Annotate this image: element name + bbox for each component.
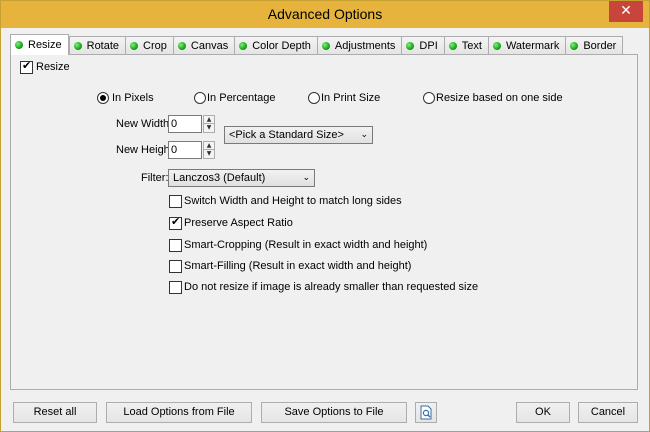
tab-color-depth[interactable]: Color Depth (234, 36, 317, 55)
preview-button[interactable] (415, 402, 437, 423)
radio-in-print-size[interactable] (308, 92, 320, 104)
filter-dropdown[interactable]: Lanczos3 (Default) ⌄ (168, 169, 315, 187)
standard-size-dropdown[interactable]: <Pick a Standard Size> ⌄ (224, 126, 373, 144)
tab-label: Color Depth (252, 40, 311, 52)
tab-adjustments[interactable]: Adjustments (316, 36, 402, 55)
ok-button[interactable]: OK (516, 402, 570, 423)
no-upscale-checkbox[interactable] (169, 281, 182, 294)
tab-label: Canvas (190, 40, 229, 52)
status-dot-icon (177, 42, 186, 50)
spin-up-icon[interactable]: ▲ (204, 142, 214, 150)
new-width-label: New Width: (116, 118, 173, 130)
preserve-aspect-checkbox[interactable] (169, 215, 182, 230)
filter-value: Lanczos3 (Default) (173, 172, 266, 184)
tab-label: Border (583, 40, 617, 52)
tab-rotate[interactable]: Rotate (68, 36, 126, 55)
tab-resize[interactable]: Resize (10, 34, 69, 55)
no-upscale-label: Do not resize if image is already smalle… (184, 281, 479, 293)
radio-in-percentage[interactable] (194, 92, 206, 104)
load-options-button[interactable]: Load Options from File (106, 402, 252, 423)
status-dot-icon (406, 42, 415, 50)
close-button[interactable]: ✕ (609, 1, 643, 22)
tab-watermark[interactable]: Watermark (487, 36, 566, 55)
tab-dpi[interactable]: DPI (401, 36, 444, 55)
save-options-button[interactable]: Save Options to File (261, 402, 407, 423)
radio-in-pixels[interactable] (97, 92, 109, 104)
tab-crop[interactable]: Crop (125, 36, 173, 55)
new-width-spinner[interactable]: ▲ ▼ (203, 115, 215, 133)
radio-in-print-size-label: In Print Size (321, 92, 381, 104)
standard-size-value: <Pick a Standard Size> (229, 129, 344, 141)
chevron-down-icon: ⌄ (302, 173, 310, 183)
preserve-aspect-label: Preserve Aspect Ratio (184, 217, 293, 229)
status-dot-icon (492, 42, 501, 50)
cancel-button[interactable]: Cancel (578, 402, 638, 423)
document-search-icon (420, 405, 432, 420)
status-dot-icon (130, 42, 139, 50)
new-height-label: New Height: (116, 144, 176, 156)
dialog-client: Resize Rotate Crop Canvas Color Depth Ad… (8, 28, 642, 426)
tab-label: Watermark (505, 40, 560, 52)
status-dot-icon (448, 42, 457, 50)
tab-label: Crop (143, 40, 167, 52)
status-dot-icon (570, 42, 579, 50)
tab-label: DPI (419, 40, 438, 52)
title-bar[interactable]: Advanced Options ✕ (1, 1, 649, 28)
spin-up-icon[interactable]: ▲ (204, 116, 214, 124)
smart-cropping-label: Smart-Cropping (Result in exact width an… (184, 239, 428, 251)
new-height-input[interactable]: 0 (168, 141, 202, 159)
tab-label: Adjustments (334, 40, 396, 52)
resize-enable-label: Resize (36, 61, 70, 73)
smart-filling-label: Smart-Filling (Result in exact width and… (184, 260, 412, 272)
chevron-down-icon: ⌄ (360, 130, 368, 140)
radio-in-percentage-label: In Percentage (207, 92, 276, 104)
new-width-input[interactable]: 0 (168, 115, 202, 133)
smart-filling-checkbox[interactable] (169, 260, 182, 273)
advanced-options-window: Advanced Options ✕ Resize Rotate Crop Ca… (0, 0, 650, 432)
filter-label: Filter: (141, 172, 169, 184)
switch-wh-checkbox[interactable] (169, 195, 182, 208)
status-dot-icon (73, 42, 82, 50)
tab-border[interactable]: Border (565, 36, 624, 55)
radio-one-side[interactable] (423, 92, 435, 104)
new-height-spinner[interactable]: ▲ ▼ (203, 141, 215, 159)
window-title: Advanced Options (267, 6, 383, 22)
reset-all-button[interactable]: Reset all (13, 402, 97, 423)
tab-strip: Resize Rotate Crop Canvas Color Depth Ad… (10, 34, 624, 55)
smart-cropping-checkbox[interactable] (169, 239, 182, 252)
status-dot-icon (321, 42, 330, 50)
resize-panel: Resize In Pixels In Percentage In Print … (10, 54, 638, 390)
tab-canvas[interactable]: Canvas (172, 36, 235, 55)
resize-enable-checkbox[interactable] (20, 59, 33, 74)
radio-in-pixels-label: In Pixels (112, 92, 154, 104)
tab-label: Text (461, 40, 482, 52)
spin-down-icon[interactable]: ▼ (204, 150, 214, 158)
tab-label: Rotate (86, 40, 120, 52)
radio-one-side-label: Resize based on one side (436, 92, 563, 104)
status-dot-icon (239, 42, 248, 50)
status-dot-icon (15, 41, 23, 49)
tab-label: Resize (28, 39, 62, 51)
spin-down-icon[interactable]: ▼ (204, 124, 214, 132)
tab-text[interactable]: Text (443, 36, 488, 55)
switch-wh-label: Switch Width and Height to match long si… (184, 195, 402, 207)
